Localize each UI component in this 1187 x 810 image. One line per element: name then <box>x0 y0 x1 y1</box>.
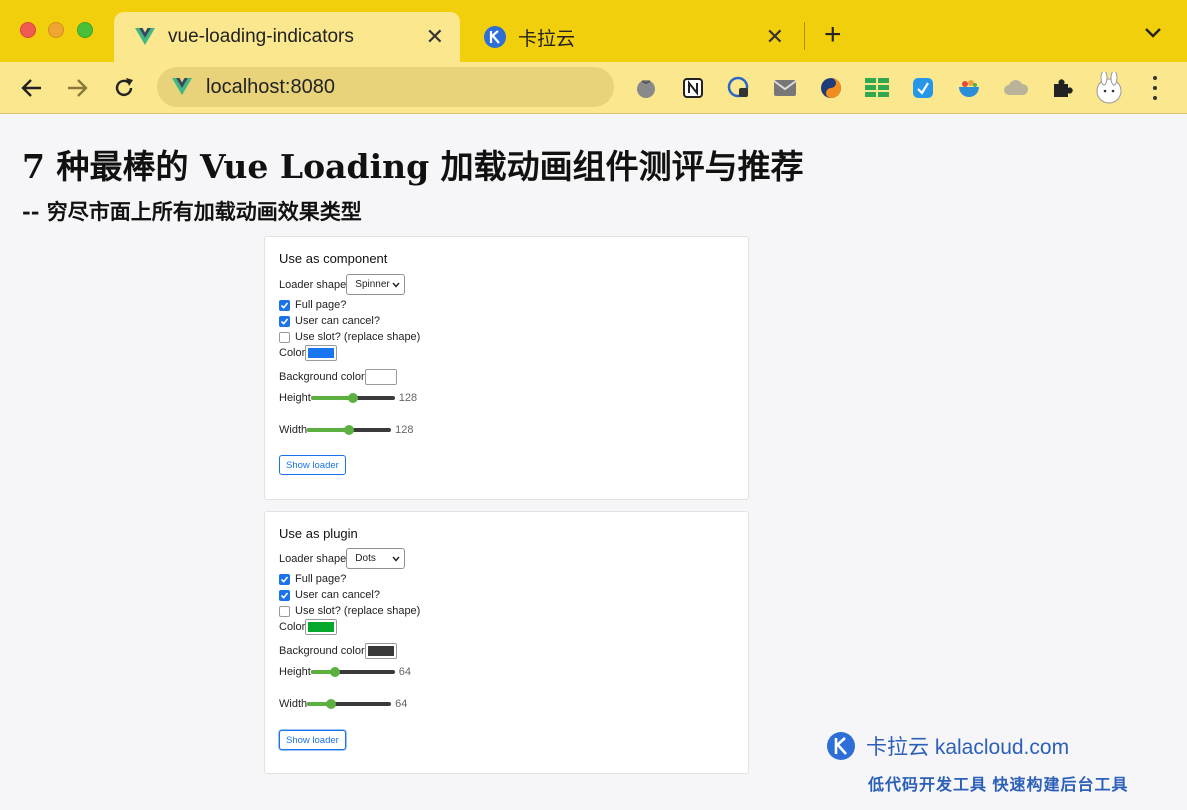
tomato-icon[interactable] <box>633 75 659 101</box>
chevron-down-icon <box>392 282 400 288</box>
full-page-checkbox-row[interactable]: Full page? <box>279 299 346 311</box>
loader-shape-label: Loader shape <box>279 278 347 291</box>
use-slot-label: Use slot? (replace shape) <box>295 605 421 617</box>
user-can-cancel-label: User can cancel? <box>295 589 380 601</box>
user-can-cancel-label: User can cancel? <box>295 315 380 327</box>
loader-shape-select[interactable]: Spinner <box>346 274 406 295</box>
page-subtitle: -- 穷尽市面上所有加载动画效果类型 <box>22 199 362 224</box>
watermark-tagline: 低代码开发工具 快速构建后台工具 <box>868 777 1129 794</box>
width-label: Width <box>279 698 308 710</box>
full-page-checkbox[interactable] <box>279 299 290 311</box>
slider-thumb[interactable] <box>326 699 337 709</box>
component-demo-card: Use as component Loader shape Spinner Fu… <box>264 236 749 500</box>
tab-kalacloud[interactable]: 卡拉云 ✕ <box>464 12 800 62</box>
cancel-checkbox-row[interactable]: User can cancel? <box>279 315 380 327</box>
tab-divider <box>804 22 805 50</box>
new-tab-button[interactable]: + <box>824 20 842 50</box>
close-tab-icon[interactable]: ✕ <box>766 26 784 48</box>
mail-icon[interactable] <box>772 75 798 101</box>
kalacloud-logo-icon <box>827 732 855 760</box>
tab-title: 卡拉云 <box>518 28 576 50</box>
user-can-cancel-checkbox[interactable] <box>279 315 290 327</box>
use-slot-checkbox[interactable] <box>279 605 290 617</box>
width-slider[interactable] <box>307 424 392 436</box>
background-color-label: Background color <box>279 645 365 657</box>
width-value: 128 <box>395 424 414 436</box>
cloud-icon[interactable] <box>1003 75 1029 101</box>
user-can-cancel-checkbox[interactable] <box>279 589 290 601</box>
loader-shape-select[interactable]: Dots <box>346 548 406 569</box>
cancel-checkbox-row[interactable]: User can cancel? <box>279 589 380 601</box>
width-slider[interactable] <box>307 698 392 710</box>
kalacloud-logo-icon <box>484 26 506 48</box>
slot-checkbox-row[interactable]: Use slot? (replace shape) <box>279 331 420 343</box>
color-picker[interactable] <box>305 345 338 361</box>
full-page-checkbox[interactable] <box>279 573 290 585</box>
loader-shape-value: Spinner <box>355 279 390 290</box>
window-zoom-button[interactable] <box>77 22 93 38</box>
full-page-label: Full page? <box>295 573 347 585</box>
lock-badge-icon[interactable] <box>726 75 752 101</box>
background-color-picker[interactable] <box>364 369 397 385</box>
card-title: Use as component <box>279 251 388 266</box>
slider-thumb[interactable] <box>347 393 358 403</box>
browser-tab-bar: vue-loading-indicators ✕ 卡拉云 ✕ + <box>0 0 1187 62</box>
puzzle-icon[interactable] <box>1049 75 1075 101</box>
window-minimize-button[interactable] <box>48 22 64 38</box>
slot-checkbox-row[interactable]: Use slot? (replace shape) <box>279 605 420 617</box>
height-slider[interactable] <box>310 666 395 678</box>
back-arrow-icon[interactable] <box>18 74 46 102</box>
bowl-icon[interactable] <box>956 75 982 101</box>
background-color-label: Background color <box>279 371 365 383</box>
swirl-icon[interactable] <box>818 75 844 101</box>
loader-shape-value: Dots <box>355 553 376 564</box>
color-picker[interactable] <box>305 619 338 635</box>
height-value: 128 <box>398 392 418 404</box>
width-value: 64 <box>395 698 408 710</box>
slider-thumb[interactable] <box>329 667 340 677</box>
page-title: 7 种最棒的 Vue Loading 加载动画组件测评与推荐 <box>22 147 804 186</box>
show-loader-button[interactable]: Show loader <box>279 730 346 750</box>
height-value: 64 <box>398 666 412 678</box>
url-text: localhost:8080 <box>206 75 335 98</box>
tab-title: vue-loading-indicators <box>168 26 354 47</box>
vue-logo-icon <box>134 26 156 48</box>
watermark: 卡拉云 kalacloud.com <box>826 731 1069 761</box>
color-label: Color <box>279 621 306 633</box>
height-slider[interactable] <box>310 392 395 404</box>
window-close-button[interactable] <box>20 22 36 38</box>
height-label: Height <box>279 392 311 404</box>
cube-icon[interactable] <box>910 75 936 101</box>
browser-menu-icon[interactable] <box>1150 76 1160 100</box>
height-label: Height <box>279 666 311 678</box>
card-title: Use as plugin <box>279 526 358 541</box>
full-page-checkbox-row[interactable]: Full page? <box>279 573 346 585</box>
full-page-label: Full page? <box>295 299 347 311</box>
forward-arrow-icon[interactable] <box>63 74 91 102</box>
plugin-demo-card: Use as plugin Loader shape Dots Full pag… <box>264 511 749 774</box>
notion-icon[interactable] <box>680 75 706 101</box>
close-tab-icon[interactable]: ✕ <box>426 26 444 48</box>
loader-shape-label: Loader shape <box>279 552 347 565</box>
color-label: Color <box>279 347 306 359</box>
vue-logo-icon <box>171 76 193 98</box>
address-bar[interactable]: localhost:8080 <box>157 67 614 107</box>
chevron-down-icon[interactable] <box>1144 26 1162 44</box>
chevron-down-icon <box>392 556 400 562</box>
watermark-brand: 卡拉云 kalacloud.com <box>866 736 1070 759</box>
width-label: Width <box>279 424 308 436</box>
background-color-picker[interactable] <box>364 643 397 659</box>
browser-toolbar: localhost:8080 <box>0 62 1187 114</box>
grid-icon[interactable] <box>864 75 890 101</box>
use-slot-checkbox[interactable] <box>279 331 290 343</box>
tab-vue-loading-indicators[interactable]: vue-loading-indicators ✕ <box>114 12 460 62</box>
bunny-avatar-icon[interactable] <box>1093 72 1125 104</box>
show-loader-button[interactable]: Show loader <box>279 455 346 475</box>
slider-thumb[interactable] <box>344 425 355 435</box>
use-slot-label: Use slot? (replace shape) <box>295 331 421 343</box>
reload-icon[interactable] <box>110 74 138 102</box>
